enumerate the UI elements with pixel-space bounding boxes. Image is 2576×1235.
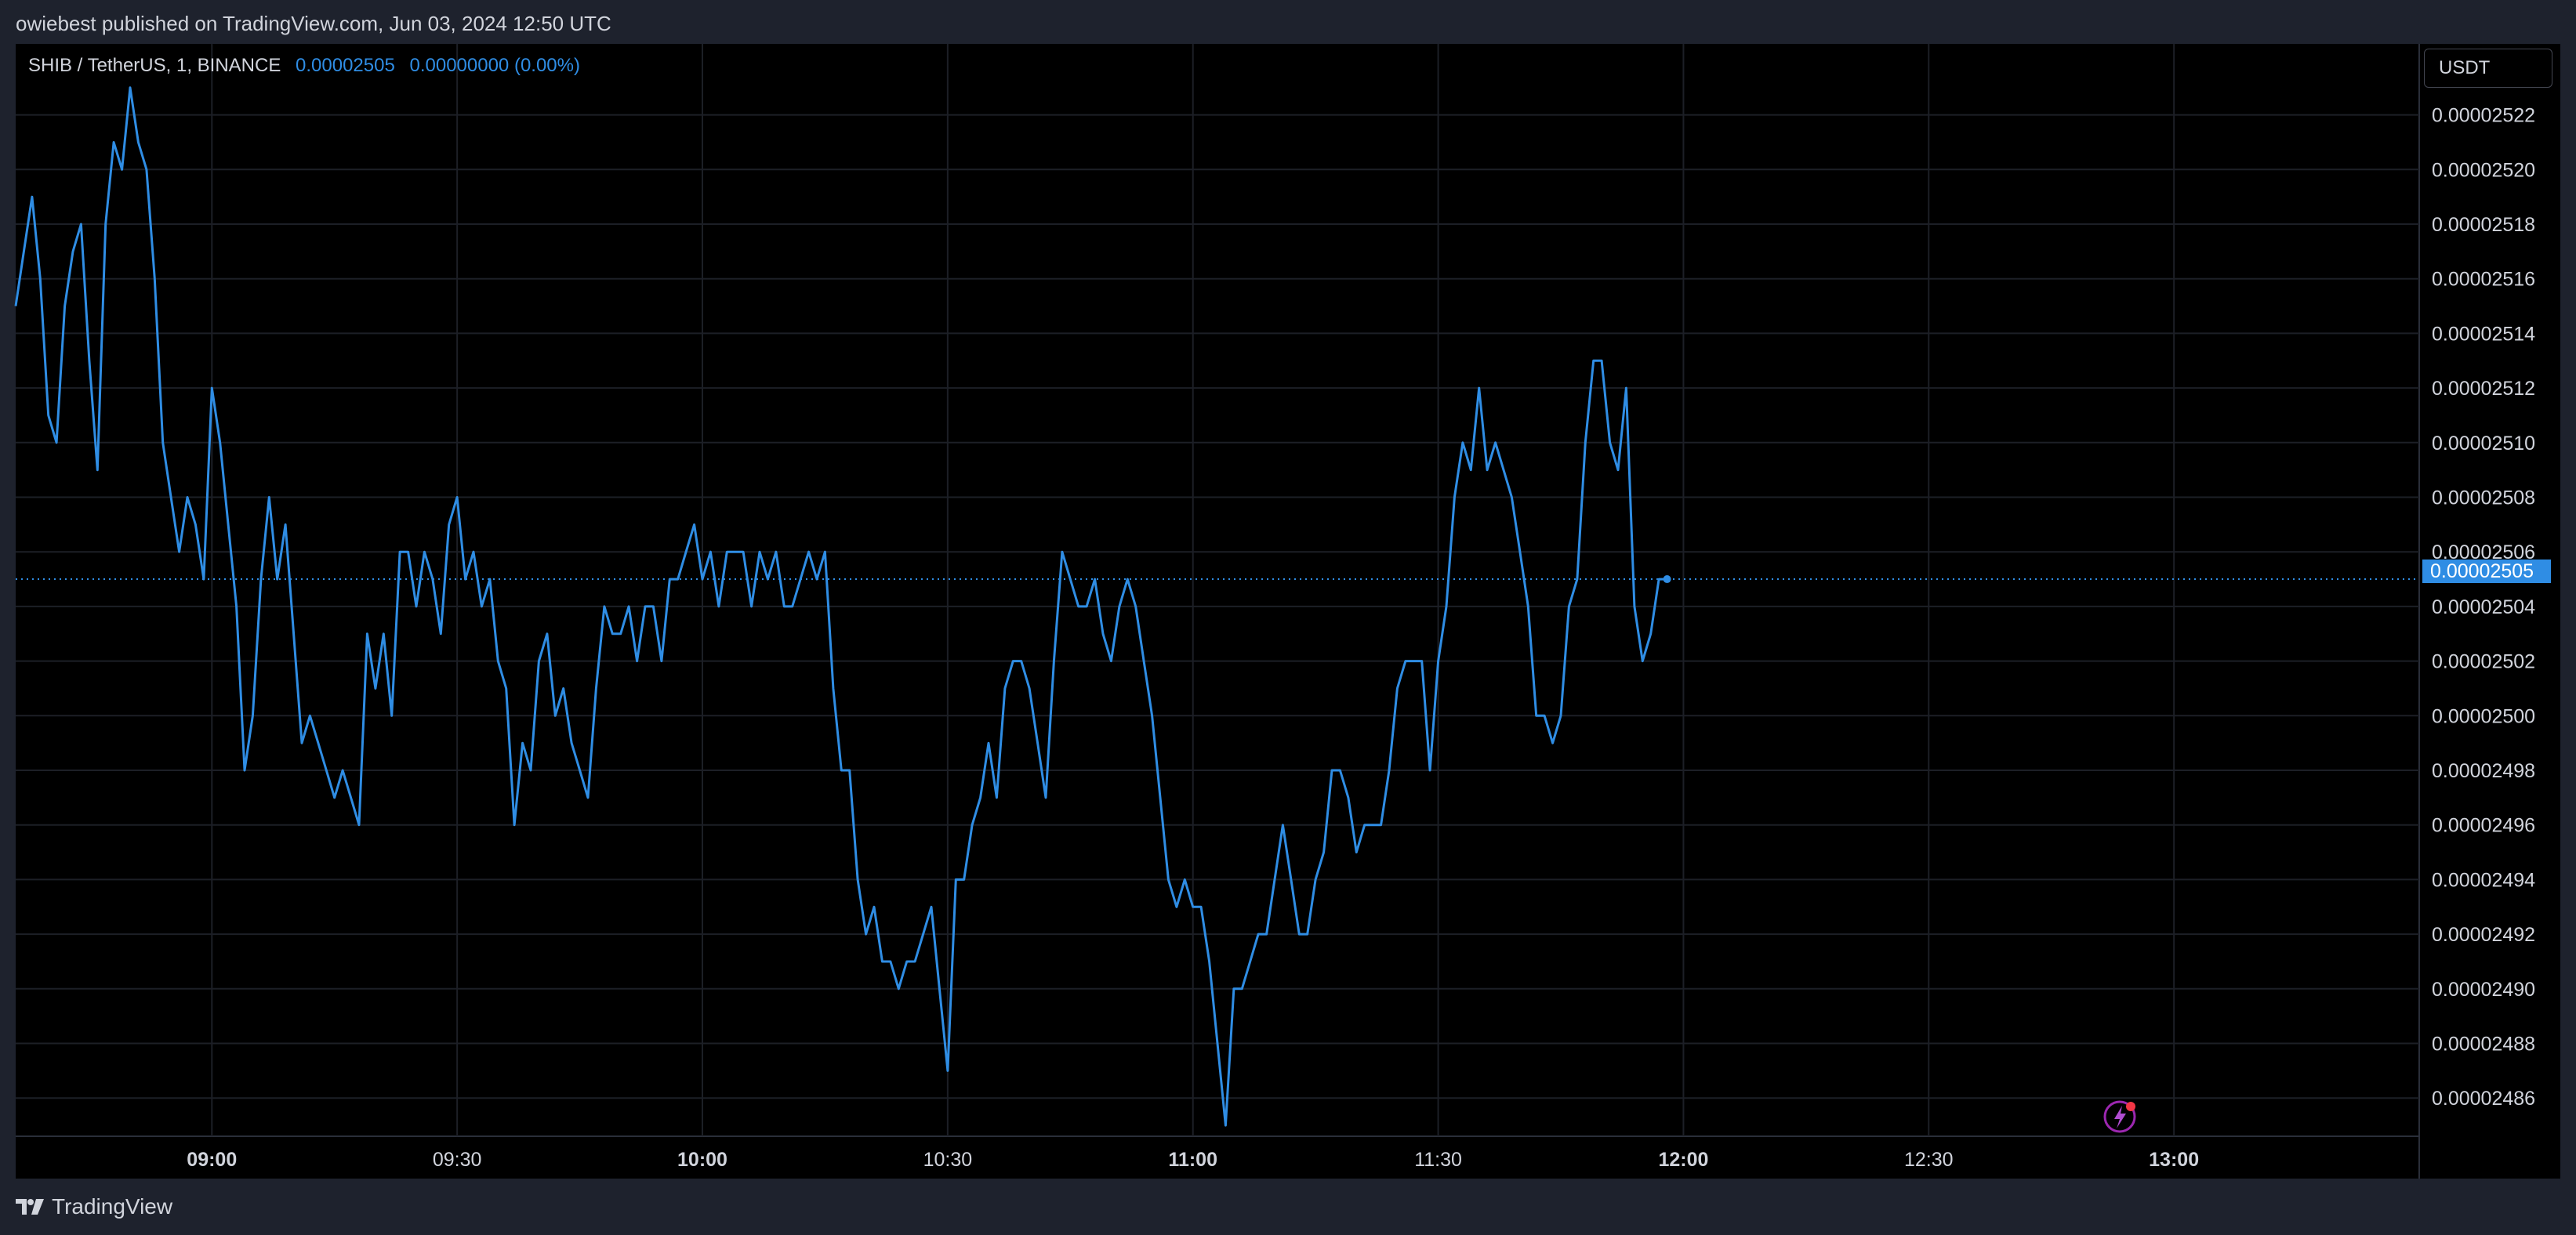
y-tick-label: 0.00002494 — [2432, 869, 2535, 891]
y-tick-label: 0.00002512 — [2432, 378, 2535, 400]
symbol-name[interactable]: SHIB / TetherUS, 1, BINANCE — [28, 55, 281, 76]
x-tick-label: 11:00 — [1168, 1149, 1217, 1171]
last-price-tag: 0.00002505 — [2422, 560, 2551, 583]
footer-bar: TradingView — [0, 1179, 2576, 1235]
y-tick-label: 0.00002504 — [2432, 596, 2535, 618]
lightning-icon — [2103, 1100, 2136, 1133]
price-change-value: 0.00000000 (0.00%) — [409, 55, 580, 76]
y-tick-label: 0.00002502 — [2432, 651, 2535, 673]
y-tick-label: 0.00002496 — [2432, 815, 2535, 837]
brand-name: TradingView — [52, 1194, 173, 1219]
symbol-legend[interactable]: SHIB / TetherUS, 1, BINANCE 0.00002505 0… — [28, 55, 580, 77]
x-tick-label: 11:30 — [1414, 1149, 1462, 1171]
x-tick-label: 13:00 — [2149, 1149, 2199, 1171]
last-price-value: 0.00002505 — [296, 55, 395, 76]
y-tick-label: 0.00002518 — [2432, 214, 2535, 236]
y-tick-label: 0.00002514 — [2432, 323, 2535, 345]
y-tick-label: 0.00002492 — [2432, 924, 2535, 946]
tradingview-brand[interactable]: TradingView — [14, 1193, 172, 1221]
y-tick-label: 0.00002516 — [2432, 269, 2535, 291]
currency-button[interactable]: USDT — [2424, 49, 2552, 88]
price-chart[interactable]: 0.00002486 0.00002488 0.00002490 0.00002492… — [0, 0, 2576, 1179]
last-price-dot — [1663, 575, 1671, 584]
y-tick-label: 0.00002490 — [2432, 979, 2535, 1001]
x-tick-label: 12:00 — [1658, 1149, 1708, 1171]
y-tick-label: 0.00002508 — [2432, 487, 2535, 509]
y-tick-label: 0.00002498 — [2432, 760, 2535, 782]
y-tick-label: 0.00002488 — [2432, 1034, 2535, 1056]
x-tick-label: 12:30 — [1904, 1149, 1954, 1171]
tradingview-logo-icon — [16, 1199, 44, 1215]
y-tick-label: 0.00002520 — [2432, 159, 2535, 181]
y-tick-label: 0.00002510 — [2432, 433, 2535, 455]
y-tick-label: 0.00002522 — [2432, 105, 2535, 127]
x-tick-label: 10:30 — [923, 1149, 973, 1171]
y-tick-label: 0.00002500 — [2432, 705, 2535, 727]
x-tick-label: 09:30 — [433, 1149, 482, 1171]
x-tick-label: 09:00 — [187, 1149, 237, 1171]
y-tick-label: 0.00002486 — [2432, 1088, 2535, 1110]
x-tick-label: 10:00 — [677, 1149, 727, 1171]
